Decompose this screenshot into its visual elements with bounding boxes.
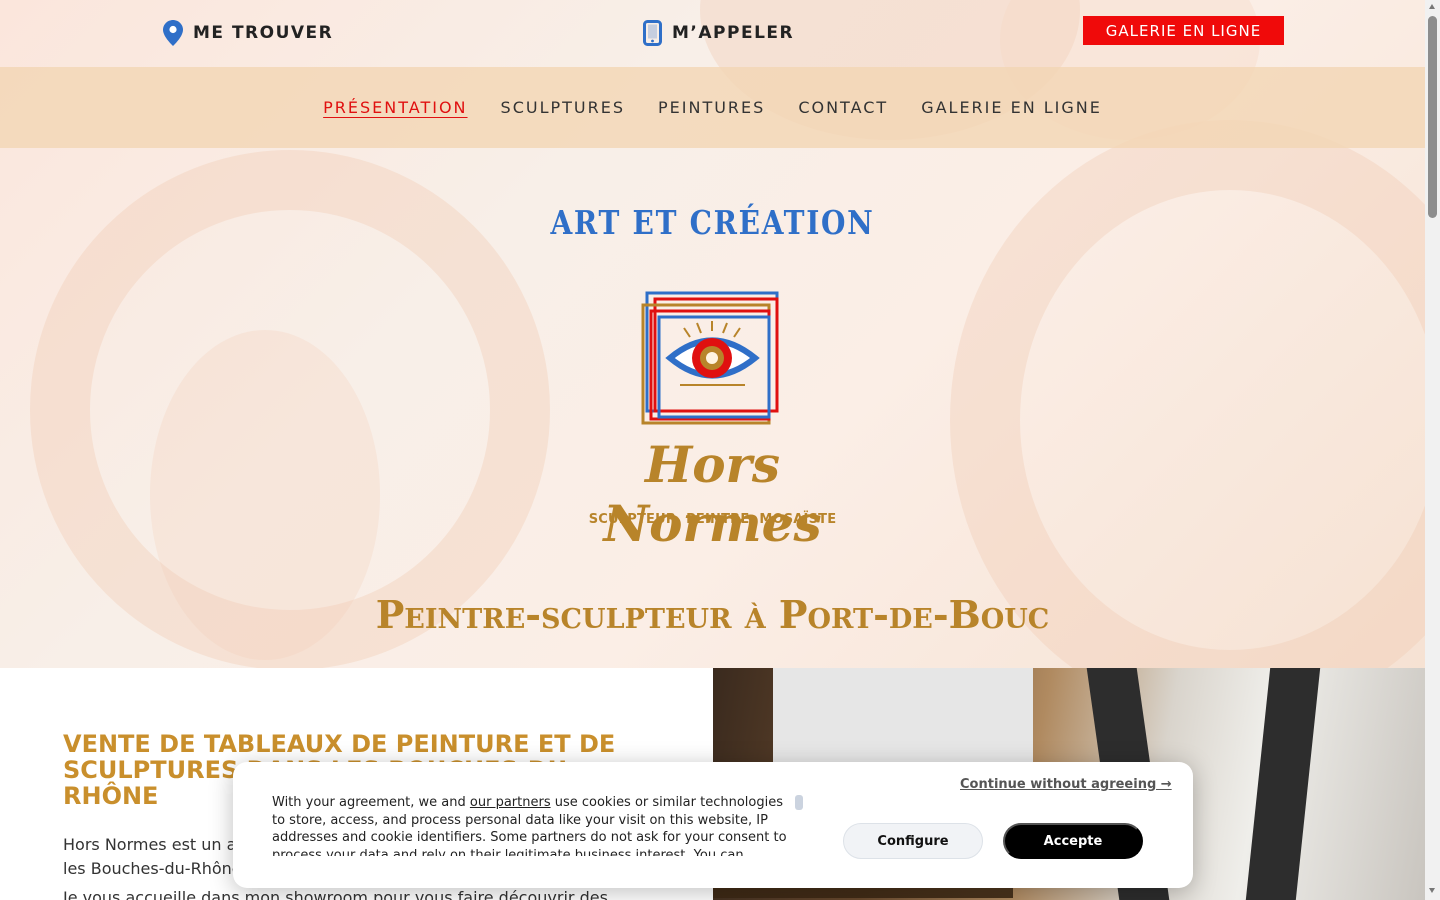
configure-button[interactable]: Configure — [843, 823, 983, 859]
locate-label: ME TROUVER — [193, 23, 334, 43]
map-pin-icon — [163, 20, 183, 46]
eye-logo-icon — [641, 291, 779, 425]
hors-normes-logo[interactable]: Hors Normes SCULPTEUR, PEINTRE, MOSAÏSTE — [575, 285, 850, 553]
cookie-text-start: With your agreement, we and — [272, 795, 470, 810]
galerie-en-ligne-button[interactable]: GALERIE EN LIGNE — [1083, 16, 1284, 45]
hero-tagline: ART ET CRÉATION — [550, 203, 875, 242]
nav-item-sculptures[interactable]: SCULPTURES — [501, 98, 625, 117]
logo-name: Hors Normes — [603, 435, 822, 553]
nav-item-presentation[interactable]: PRÉSENTATION — [323, 98, 467, 117]
call-label: M’APPELER — [672, 23, 795, 43]
our-partners-link[interactable]: our partners — [470, 795, 551, 810]
locate-link[interactable]: ME TROUVER — [163, 20, 333, 46]
call-link[interactable]: M’APPELER — [643, 20, 794, 46]
nav-item-peintures[interactable]: PEINTURES — [658, 98, 765, 117]
nav-item-contact[interactable]: CONTACT — [798, 98, 888, 117]
cookie-text: With your agreement, we and our partners… — [272, 794, 792, 856]
accept-button[interactable]: Accepte — [1003, 823, 1143, 859]
main-nav: PRÉSENTATION SCULPTURES PEINTURES CONTAC… — [0, 67, 1425, 148]
page-scrollbar[interactable] — [1425, 0, 1440, 900]
scroll-down-arrow-icon[interactable] — [1429, 888, 1435, 893]
continue-without-agreeing-link[interactable]: Continue without agreeing → — [960, 777, 1172, 792]
page: ME TROUVER M’APPELER GALERIE EN LIGNE PR… — [0, 0, 1425, 900]
scroll-thumb[interactable] — [1428, 16, 1437, 218]
cookie-banner: With your agreement, we and our partners… — [233, 762, 1193, 888]
scroll-up-arrow-icon[interactable] — [1429, 4, 1435, 9]
section-paragraph-2: Je vous accueille dans mon showroom pour… — [63, 888, 608, 900]
cookie-text-scrollbar[interactable] — [795, 795, 803, 810]
logo-subtitle: SCULPTEUR, PEINTRE, MOSAÏSTE — [588, 512, 837, 527]
phone-icon — [643, 20, 662, 46]
hero-subtitle: Peintre-sculpteur à Port-de-Bouc — [375, 592, 1050, 637]
nav-item-galerie-en-ligne[interactable]: GALERIE EN LIGNE — [921, 98, 1102, 117]
top-bar: ME TROUVER M’APPELER GALERIE EN LIGNE — [0, 0, 1425, 67]
